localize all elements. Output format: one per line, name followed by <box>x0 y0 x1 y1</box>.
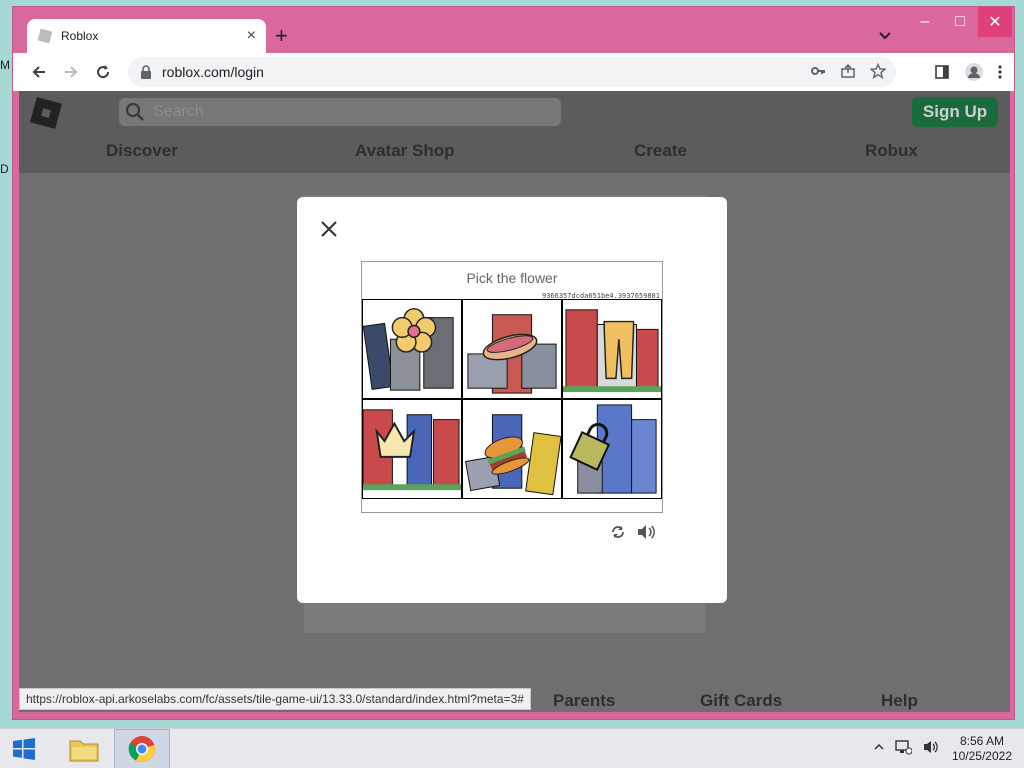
tray-expand-icon[interactable] <box>874 742 884 752</box>
folder-icon <box>69 740 99 762</box>
taskbar: 8:56 AM 10/25/2022 <box>0 728 1024 768</box>
nav-create[interactable]: Create <box>634 141 687 161</box>
captcha-tile-2[interactable] <box>462 299 562 399</box>
nav-avatar-shop[interactable]: Avatar Shop <box>355 141 455 161</box>
taskbar-clock[interactable]: 8:56 AM 10/25/2022 <box>952 734 1012 764</box>
clock-date: 10/25/2022 <box>951 749 1012 763</box>
roblox-favicon-icon <box>37 28 53 44</box>
tab-search-chevron-icon[interactable] <box>877 27 893 43</box>
back-button[interactable] <box>23 56 55 88</box>
forward-button[interactable] <box>55 56 87 88</box>
captcha-frame: Pick the flower 9366357dcda651be4.393765… <box>361 261 663 513</box>
network-icon[interactable] <box>894 739 912 755</box>
clock-time: 8:56 AM <box>959 734 1004 748</box>
new-tab-button[interactable]: + <box>275 23 288 49</box>
reload-icon <box>97 65 110 79</box>
search-placeholder: Search <box>153 103 204 120</box>
tab-close-icon[interactable]: × <box>247 27 256 45</box>
sign-up-button[interactable]: Sign Up <box>912 97 998 127</box>
captcha-tile-6[interactable] <box>562 399 662 499</box>
desktop-icon-label: M <box>0 58 10 72</box>
captcha-tools <box>610 524 656 540</box>
url-text: roblox.com/login <box>162 64 264 80</box>
desktop-icon-label: D <box>0 162 9 176</box>
side-panel-icon[interactable] <box>934 64 950 80</box>
audio-icon[interactable] <box>636 524 656 540</box>
footer-help[interactable]: Help <box>881 691 918 711</box>
hotdog-icon <box>467 314 557 394</box>
search-icon <box>125 102 144 121</box>
forward-arrow-icon <box>65 66 78 78</box>
roblox-logo-icon[interactable] <box>30 97 62 129</box>
pants-icon <box>563 309 661 393</box>
bookmark-star-icon[interactable] <box>870 63 886 79</box>
taskbar-chrome[interactable] <box>114 729 170 768</box>
browser-toolbar: roblox.com/login <box>13 53 1014 91</box>
windows-start-icon[interactable] <box>12 737 36 761</box>
captcha-tile-4[interactable] <box>362 399 462 499</box>
taskbar-file-explorer[interactable] <box>56 729 112 768</box>
minimize-button[interactable]: – <box>908 7 942 37</box>
captcha-tile-3[interactable] <box>562 299 662 399</box>
captcha-tile-grid <box>362 299 662 499</box>
browser-tab[interactable]: Roblox × <box>27 19 266 53</box>
captcha-tile-1[interactable] <box>362 299 462 399</box>
footer-gift-cards[interactable]: Gift Cards <box>700 691 782 711</box>
burger-icon <box>465 414 561 496</box>
reload-button[interactable] <box>87 56 119 88</box>
chrome-icon <box>128 736 155 762</box>
nav-discover[interactable]: Discover <box>106 141 178 161</box>
captcha-modal: Pick the flower 9366357dcda651be4.393765… <box>297 197 727 603</box>
tab-title: Roblox <box>61 29 99 43</box>
crown-icon <box>363 409 461 491</box>
maximize-button[interactable]: □ <box>943 7 977 37</box>
key-icon[interactable] <box>810 63 826 79</box>
back-arrow-icon <box>32 66 45 78</box>
captcha-tile-5[interactable] <box>462 399 562 499</box>
lock-icon <box>141 65 151 79</box>
roblox-header: Search Sign Up Discover Avatar Shop Crea… <box>19 91 1010 173</box>
nav-robux[interactable]: Robux <box>865 141 918 161</box>
browser-titlebar: Roblox × + – □ ✕ <box>13 7 1014 53</box>
footer-parents[interactable]: Parents <box>553 691 615 711</box>
share-icon[interactable] <box>840 63 856 79</box>
kebab-menu-icon[interactable] <box>998 64 1002 80</box>
link-status-bar: https://roblox-api.arkoselabs.com/fc/ass… <box>19 688 531 710</box>
refresh-icon[interactable] <box>610 524 626 540</box>
address-bar[interactable]: roblox.com/login <box>128 57 896 87</box>
bag-icon <box>569 404 657 494</box>
flower-icon <box>363 308 454 391</box>
system-tray <box>874 739 940 755</box>
captcha-prompt: Pick the flower <box>466 270 558 286</box>
roblox-search-input[interactable]: Search <box>119 98 561 126</box>
close-window-button[interactable]: ✕ <box>978 7 1012 37</box>
volume-icon[interactable] <box>922 739 940 755</box>
modal-close-icon[interactable] <box>319 219 339 239</box>
profile-avatar-icon[interactable] <box>964 62 984 82</box>
